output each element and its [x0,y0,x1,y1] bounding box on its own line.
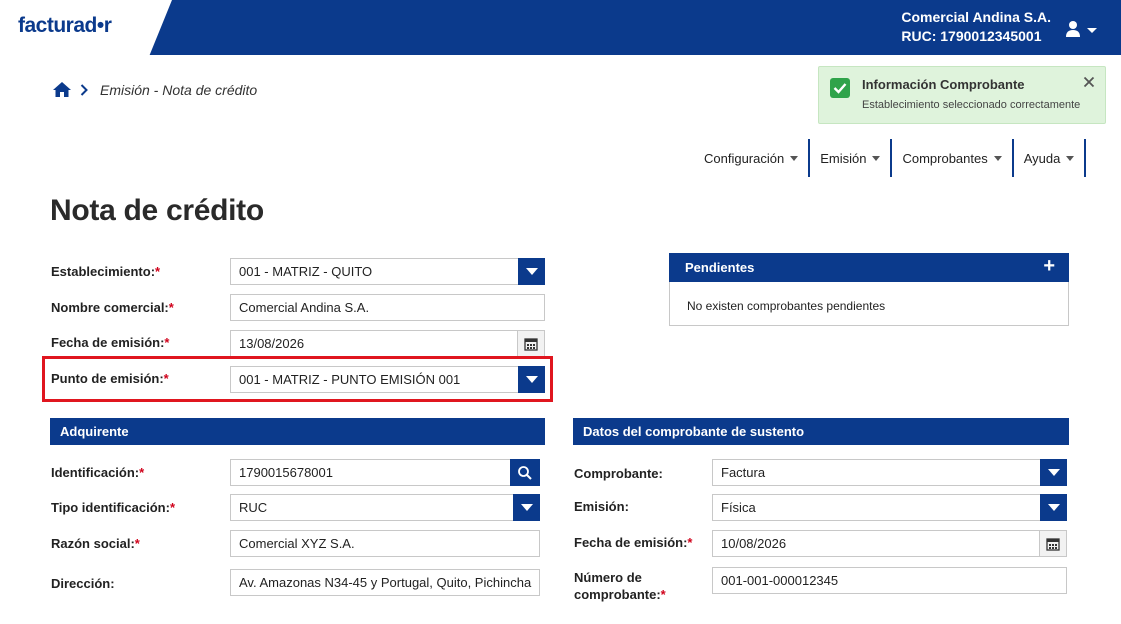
caret-down-icon [872,155,881,161]
chevron-down-icon [1087,28,1097,33]
menu-configuracion[interactable]: Configuración [694,139,811,177]
toast-message: Establecimiento seleccionado correctamen… [862,99,1081,111]
breadcrumb-current: Emisión - Nota de crédito [100,81,258,98]
main-menu: Configuración Emisión Comprobantes Ayuda [694,139,1087,177]
pendientes-header: Pendientes + [669,253,1069,282]
notification-toast: Información Comprobante Establecimiento … [818,66,1106,124]
menu-ayuda[interactable]: Ayuda [1014,139,1087,177]
comprobante-dropdown-button[interactable] [1040,459,1067,486]
chevron-down-icon [1047,504,1060,511]
emision-select[interactable]: Física [712,494,1041,521]
sustento-fecha-label: Fecha de emisión:* [574,535,693,550]
chevron-down-icon [525,376,538,383]
razon-social-label: Razón social:* [51,536,140,551]
checkmark-icon [830,78,850,98]
company-name: Comercial Andina S.A. [901,9,1051,25]
top-header: facturad•r Comercial Andina S.A. RUC: 17… [0,0,1121,55]
tipo-identificacion-label: Tipo identificación:* [51,500,175,515]
chevron-down-icon [1047,469,1060,476]
calendar-button[interactable] [517,330,545,357]
user-icon [1066,21,1097,37]
calendar-icon [1046,537,1060,551]
sustento-header: Datos del comprobante de sustento [573,418,1069,445]
punto-emision-dropdown-button[interactable] [518,366,545,393]
caret-down-icon [790,155,799,161]
menu-emision[interactable]: Emisión [810,139,893,177]
home-icon[interactable] [52,81,72,98]
fecha-emision-field[interactable]: 13/08/2026 [230,330,519,357]
calendar-icon [524,337,538,351]
direccion-field[interactable]: Av. Amazonas N34-45 y Portugal, Quito, P… [230,569,540,596]
fecha-emision-label: Fecha de emisión:* [51,335,170,350]
emision-label: Emisión: [574,499,629,514]
identificacion-label: Identificación:* [51,465,145,480]
punto-emision-label: Punto de emisión:* [51,371,169,386]
nombre-comercial-label: Nombre comercial:* [51,300,174,315]
company-ruc: RUC: 1790012345001 [901,28,1042,44]
punto-emision-select[interactable]: 001 - MATRIZ - PUNTO EMISIÓN 001 [230,366,519,393]
search-icon [518,465,532,480]
search-button[interactable] [510,459,540,486]
pendientes-message: No existen comprobantes pendientes [687,299,886,313]
caret-down-icon [993,155,1002,161]
breadcrumb: Emisión - Nota de crédito [52,81,257,98]
logo-area: facturad•r [0,0,172,55]
calendar-button[interactable] [1039,530,1067,557]
pendientes-title: Pendientes [685,260,755,275]
comprobante-label: Comprobante: [574,466,663,481]
tipo-identificacion-dropdown-button[interactable] [513,494,540,521]
comprobante-select[interactable]: Factura [712,459,1041,486]
emision-dropdown-button[interactable] [1040,494,1067,521]
identificacion-field[interactable]: 1790015678001 [230,459,511,486]
menu-comprobantes[interactable]: Comprobantes [892,139,1014,177]
page-title: Nota de crédito [50,194,264,227]
chevron-down-icon [520,504,533,511]
razon-social-field[interactable]: Comercial XYZ S.A. [230,530,540,557]
numero-comprobante-label: Número de comprobante:* [574,570,666,602]
direccion-label: Dirección: [51,576,115,591]
chevron-right-icon [80,83,88,96]
close-icon[interactable] [1083,76,1095,88]
company-info: Comercial Andina S.A. RUC: 1790012345001 [901,8,1051,46]
establecimiento-label: Establecimiento:* [51,264,161,279]
numero-comprobante-field[interactable]: 001-001-000012345 [712,567,1067,594]
sustento-fecha-field[interactable]: 10/08/2026 [712,530,1041,557]
user-menu[interactable] [1065,20,1101,40]
establecimiento-select[interactable]: 001 - MATRIZ - QUITO [230,258,519,285]
toast-title: Información Comprobante [862,77,1025,92]
tipo-identificacion-select[interactable]: RUC [230,494,514,521]
chevron-down-icon [525,268,538,275]
nombre-comercial-field[interactable]: Comercial Andina S.A. [230,294,545,321]
establecimiento-dropdown-button[interactable] [518,258,545,285]
logo[interactable]: facturad•r [18,14,112,38]
adquirente-header: Adquirente [50,418,545,445]
plus-icon[interactable]: + [1043,253,1055,280]
caret-down-icon [1066,155,1075,161]
